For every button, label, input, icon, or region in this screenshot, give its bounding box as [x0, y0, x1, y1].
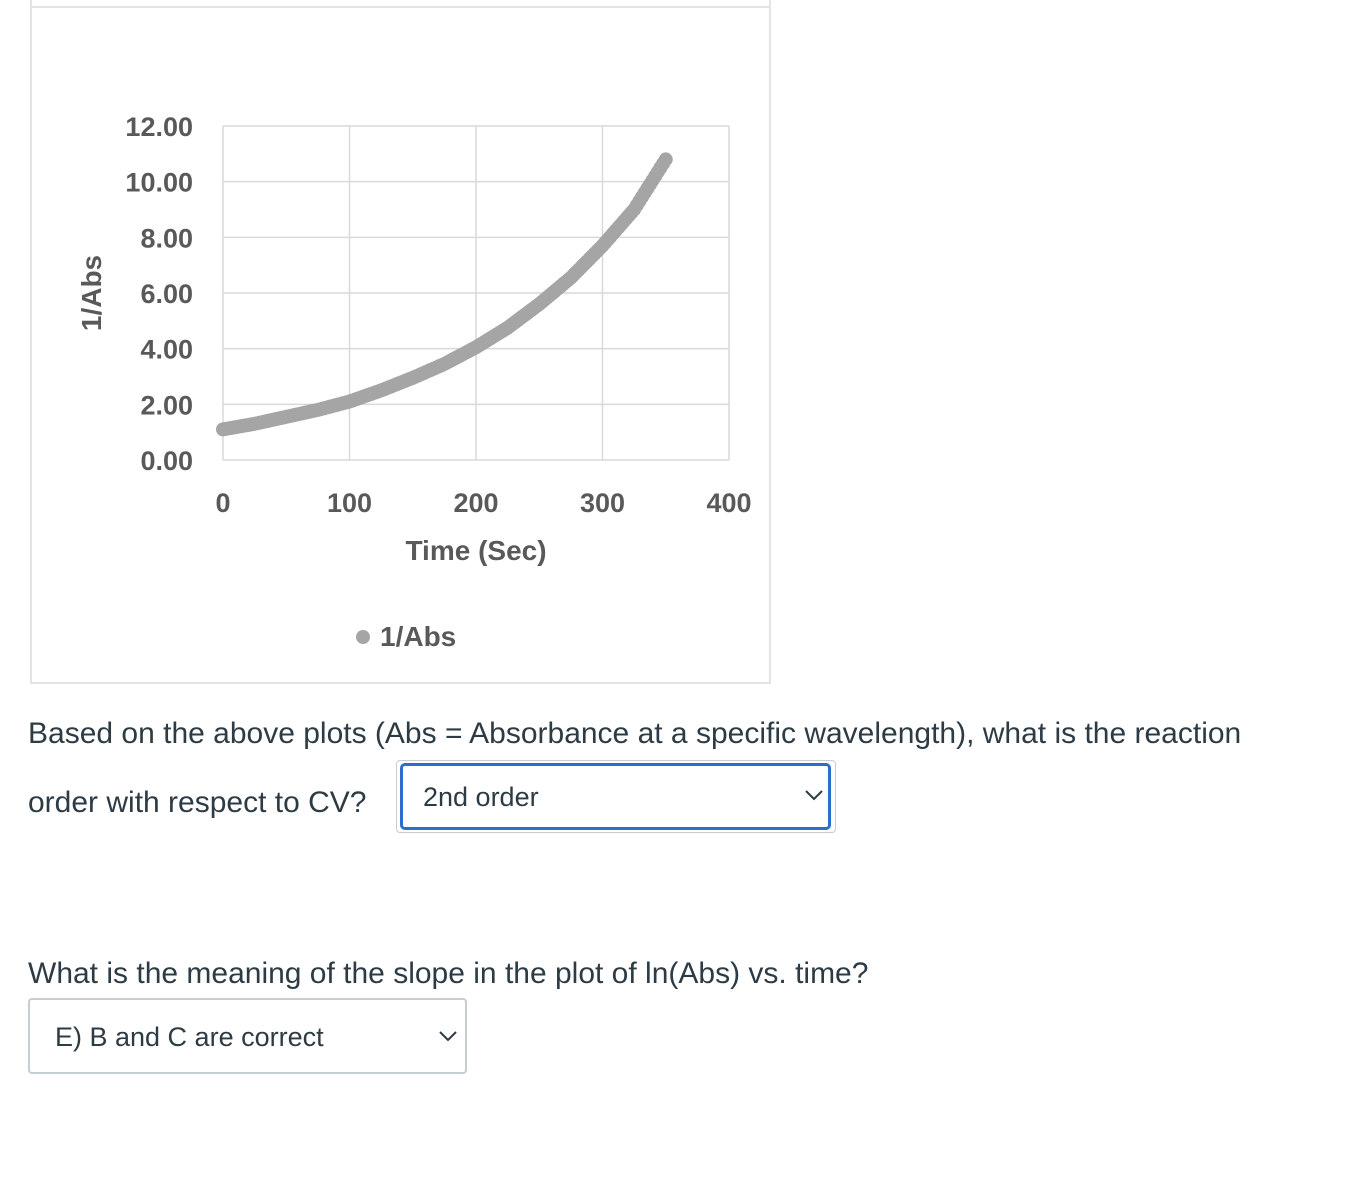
question-1-text-line1: Based on the above plots (Abs = Absorban…	[28, 717, 1242, 750]
y-tick-label: 12.00	[125, 112, 193, 142]
data-point	[532, 297, 547, 312]
x-tick-label: 100	[327, 488, 372, 518]
y-tick-label: 8.00	[140, 223, 193, 253]
y-tick-label: 4.00	[140, 335, 193, 365]
chevron-down-icon	[439, 1031, 457, 1042]
data-point	[469, 340, 483, 355]
data-point	[563, 270, 578, 285]
slope-meaning-selected-value: E) B and C are correct	[55, 1022, 324, 1052]
x-tick-label: 400	[706, 488, 751, 518]
data-point	[405, 370, 420, 385]
data-point	[310, 402, 325, 417]
data-point	[374, 383, 389, 398]
data-point	[437, 356, 452, 371]
data-point	[279, 409, 294, 424]
data-point	[627, 202, 642, 217]
x-axis-title: Time (Sec)	[405, 535, 546, 566]
reaction-order-selected-value: 2nd order	[423, 782, 539, 812]
slope-meaning-select[interactable]: E) B and C are correct	[28, 998, 467, 1074]
y-tick-label: 10.00	[125, 168, 193, 198]
y-tick-label: 2.00	[140, 390, 193, 420]
x-tick-label: 300	[580, 488, 625, 518]
data-point	[342, 394, 357, 409]
chevron-down-icon	[805, 790, 823, 801]
data-point	[658, 152, 673, 167]
data-point	[500, 320, 515, 335]
question-1-text-line2: order with respect to CV?	[28, 786, 367, 819]
y-tick-label: 0.00	[140, 446, 193, 476]
scatter-chart: 0 100 200 300 400 0.00 2.00 4.00 6.00 8.00 10.00 12…	[76, 112, 752, 652]
reaction-order-select[interactable]: 2nd order	[400, 763, 831, 830]
data-point	[247, 416, 262, 431]
y-tick-label: 6.00	[140, 279, 193, 309]
x-tick-label: 0	[215, 488, 230, 518]
legend-marker	[356, 630, 370, 644]
legend-label: 1/Abs	[380, 621, 456, 652]
x-tick-label: 200	[453, 488, 498, 518]
data-point	[595, 238, 610, 253]
data-point	[216, 422, 230, 437]
y-axis-title: 1/Abs	[76, 255, 107, 331]
